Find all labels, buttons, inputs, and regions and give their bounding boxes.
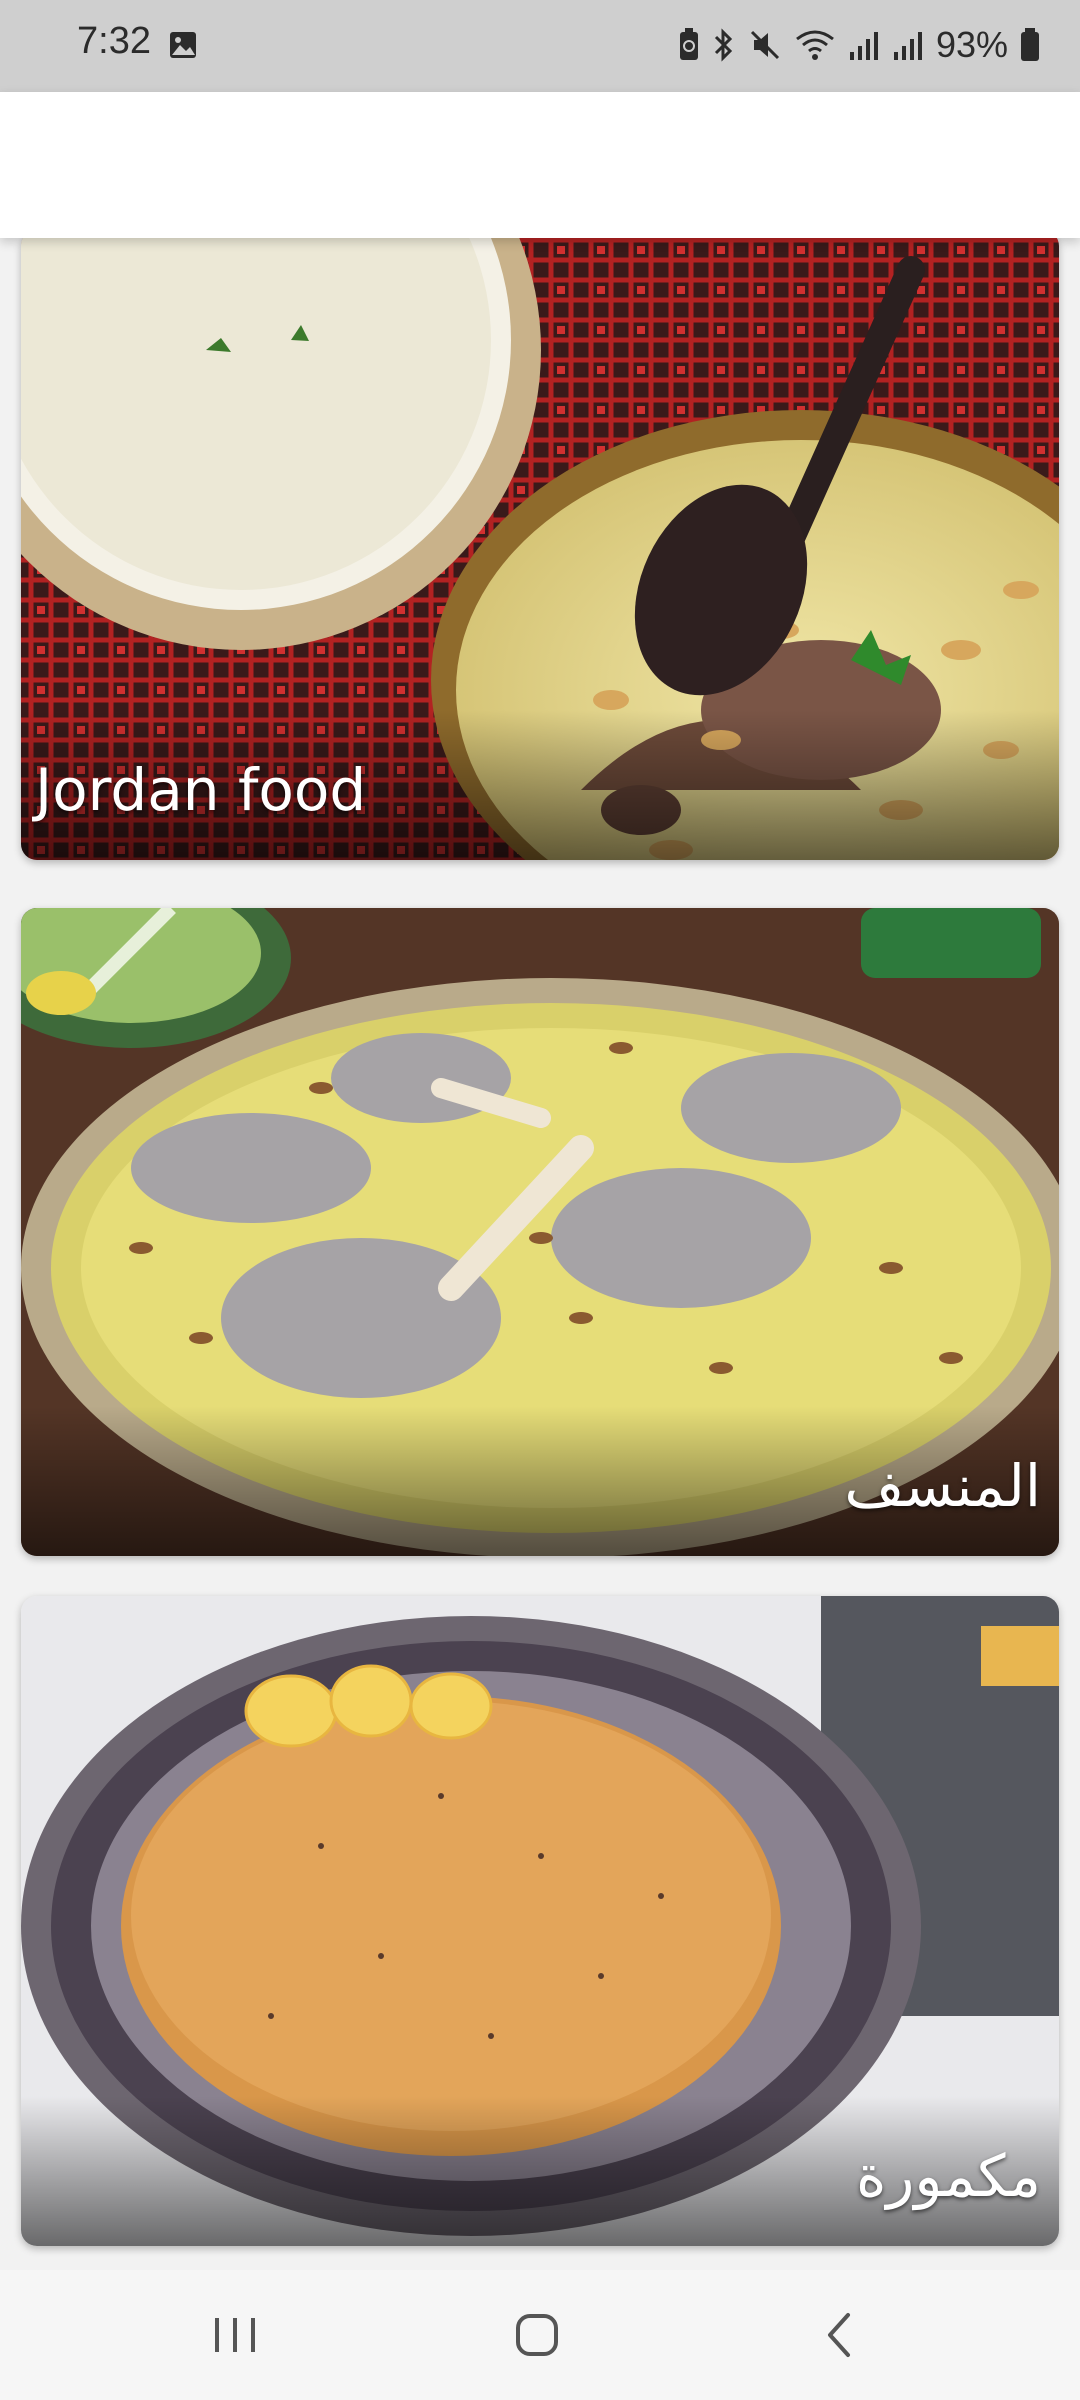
food-list[interactable]: Jordan food المنسف مكمورة: [0, 238, 1080, 2270]
image-icon: [170, 32, 196, 58]
signal-icon: [849, 32, 878, 60]
card-title: Jordan food: [35, 756, 367, 824]
back-icon[interactable]: [800, 2300, 880, 2370]
navigation-bar: [0, 2270, 1080, 2400]
food-card-makmoura[interactable]: مكمورة: [21, 1596, 1059, 2246]
food-card-jordan-food[interactable]: Jordan food: [21, 238, 1059, 860]
battery-icon: [1021, 28, 1039, 61]
recycle-battery-icon: [679, 28, 698, 60]
food-card-mansaf[interactable]: المنسف: [21, 908, 1059, 1556]
app-bar: [0, 92, 1080, 238]
card-title: المنسف: [844, 1452, 1041, 1520]
battery-percentage: 93%: [935, 24, 1008, 65]
bluetooth-icon: [714, 28, 733, 62]
status-icons: 93%: [678, 20, 1040, 70]
signal-2-icon: [893, 32, 922, 60]
wifi-icon: [796, 30, 834, 60]
mute-icon: [750, 30, 779, 60]
status-time: 7:32: [77, 20, 151, 62]
recents-icon[interactable]: [195, 2300, 275, 2370]
status-bar: 7:32 93%: [0, 0, 1080, 92]
home-icon[interactable]: [497, 2300, 577, 2370]
card-title: مكمورة: [856, 2142, 1041, 2210]
